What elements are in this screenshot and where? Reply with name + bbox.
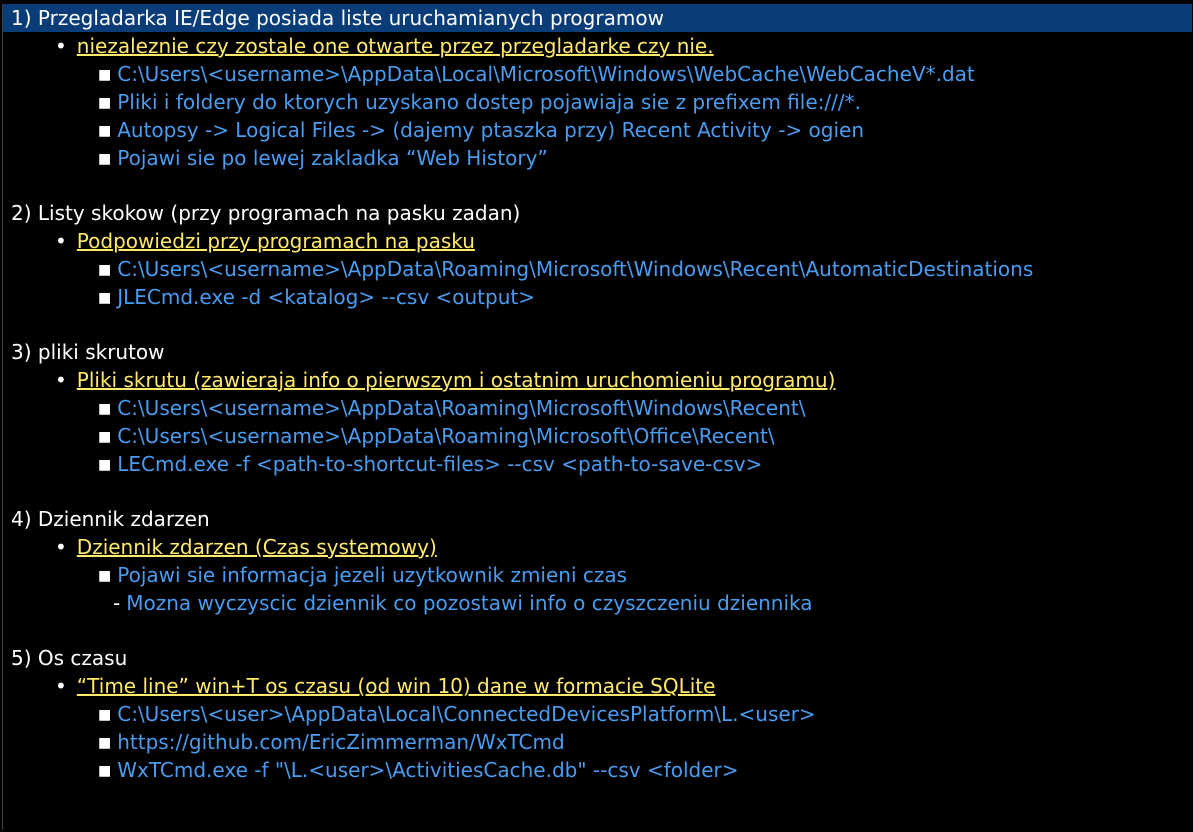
section-heading[interactable]: 4) Dziennik zdarzen	[3, 505, 1192, 533]
square-bullet-icon: ■	[98, 429, 112, 445]
item-text: C:\Users\<user>\AppData\Local\ConnectedD…	[117, 702, 816, 726]
round-bullet-icon: •	[55, 535, 67, 559]
square-bullet-icon: ■	[98, 707, 112, 723]
round-bullet-icon: •	[55, 674, 67, 698]
item-text: C:\Users\<username>\AppData\Roaming\Micr…	[117, 424, 775, 448]
heading-text: 5) Os czasu	[11, 646, 128, 670]
heading-text: 4) Dziennik zdarzen	[11, 507, 210, 531]
section-heading[interactable]: 1) Przegladarka IE/Edge posiada liste ur…	[3, 4, 1192, 32]
bullet-text: niezaleznie czy zostale one otwarte prze…	[76, 34, 714, 58]
bullet-line[interactable]: • niezaleznie czy zostale one otwarte prz…	[3, 32, 1192, 60]
item-line[interactable]: ■ https://github.com/EricZimmerman/WxTCmd	[3, 728, 1192, 756]
item-line[interactable]: ■ Pojawi sie po lewej zakladka “Web Histo…	[3, 144, 1192, 172]
square-bullet-icon: ■	[98, 568, 112, 584]
blank-line[interactable]	[3, 172, 1192, 199]
square-bullet-icon: ■	[98, 95, 112, 111]
bullet-text: “Time line” win+T os czasu (od win 10) d…	[76, 674, 716, 698]
bullet-line[interactable]: • Dziennik zdarzen (Czas systemowy)	[3, 533, 1192, 561]
item-line[interactable]: ■ C:\Users\<username>\AppData\Roaming\Mic…	[3, 394, 1192, 422]
item-text: Pojawi sie informacja jezeli uzytkownik …	[117, 563, 628, 587]
item-link[interactable]: https://github.com/EricZimmerman/WxTCmd	[117, 730, 564, 754]
square-bullet-icon: ■	[98, 735, 112, 751]
item-line[interactable]: ■ Pliki i foldery do ktorych uzyskano dos…	[3, 88, 1192, 116]
section-heading[interactable]: 5) Os czasu	[3, 644, 1192, 672]
bullet-text: Podpowiedzi przy programach na pasku	[76, 229, 475, 253]
subitem-text: Mozna wyczyscic dziennik co pozostawi in…	[126, 591, 813, 615]
item-line[interactable]: ■ C:\Users\<username>\AppData\Local\Micro…	[3, 60, 1192, 88]
dash-bullet-icon: -	[113, 591, 121, 615]
heading-text: 2) Listy skokow (przy programach na pask…	[11, 201, 521, 225]
blank-line[interactable]	[3, 311, 1192, 338]
round-bullet-icon: •	[55, 368, 67, 392]
heading-text: 1) Przegladarka IE/Edge posiada liste ur…	[11, 6, 664, 30]
subitem-line[interactable]: - Mozna wyczyscic dziennik co pozostawi i…	[3, 589, 1192, 617]
item-text: C:\Users\<username>\AppData\Roaming\Micr…	[117, 396, 806, 420]
square-bullet-icon: ■	[98, 290, 112, 306]
section-heading[interactable]: 3) pliki skrutow	[3, 338, 1192, 366]
document-editor[interactable]: 1) Przegladarka IE/Edge posiada liste ur…	[2, 4, 1192, 830]
bullet-text: Pliki skrutu (zawieraja info o pierwszym…	[76, 368, 836, 392]
item-text: WxTCmd.exe -f "\L.<user>\ActivitiesCache…	[117, 758, 739, 782]
item-text: Autopsy -> Logical Files -> (dajemy ptas…	[117, 118, 865, 142]
item-line[interactable]: ■ C:\Users\<username>\AppData\Roaming\Mic…	[3, 255, 1192, 283]
round-bullet-icon: •	[55, 229, 67, 253]
item-line[interactable]: ■ Autopsy -> Logical Files -> (dajemy pta…	[3, 116, 1192, 144]
bullet-line[interactable]: • Podpowiedzi przy programach na pasku	[3, 227, 1192, 255]
blank-line[interactable]	[3, 617, 1192, 644]
item-line[interactable]: ■ LECmd.exe -f <path-to-shortcut-files> -…	[3, 450, 1192, 478]
round-bullet-icon: •	[55, 34, 67, 58]
bullet-line[interactable]: • “Time line” win+T os czasu (od win 10) …	[3, 672, 1192, 700]
item-line[interactable]: ■ Pojawi sie informacja jezeli uzytkownik…	[3, 561, 1192, 589]
item-text: C:\Users\<username>\AppData\Roaming\Micr…	[117, 257, 1034, 281]
square-bullet-icon: ■	[98, 763, 112, 779]
item-text: LECmd.exe -f <path-to-shortcut-files> --…	[117, 452, 763, 476]
item-text: JLECmd.exe -d <katalog> --csv <output>	[117, 285, 535, 309]
item-line[interactable]: ■ WxTCmd.exe -f "\L.<user>\ActivitiesCach…	[3, 756, 1192, 784]
square-bullet-icon: ■	[98, 457, 112, 473]
item-line[interactable]: ■ JLECmd.exe -d <katalog> --csv <output>	[3, 283, 1192, 311]
blank-line[interactable]	[3, 478, 1192, 505]
item-line[interactable]: ■ C:\Users\<user>\AppData\Local\Connected…	[3, 700, 1192, 728]
bullet-text: Dziennik zdarzen (Czas systemowy)	[76, 535, 437, 559]
square-bullet-icon: ■	[98, 67, 112, 83]
square-bullet-icon: ■	[98, 151, 112, 167]
square-bullet-icon: ■	[98, 123, 112, 139]
item-text: Pliki i foldery do ktorych uzyskano dost…	[117, 90, 861, 114]
item-line[interactable]: ■ C:\Users\<username>\AppData\Roaming\Mic…	[3, 422, 1192, 450]
item-text: C:\Users\<username>\AppData\Local\Micros…	[117, 62, 975, 86]
heading-text: 3) pliki skrutow	[11, 340, 165, 364]
square-bullet-icon: ■	[98, 401, 112, 417]
item-text: Pojawi sie po lewej zakladka “Web Histor…	[117, 146, 548, 170]
square-bullet-icon: ■	[98, 262, 112, 278]
bullet-line[interactable]: • Pliki skrutu (zawieraja info o pierwszy…	[3, 366, 1192, 394]
section-heading[interactable]: 2) Listy skokow (przy programach na pask…	[3, 199, 1192, 227]
